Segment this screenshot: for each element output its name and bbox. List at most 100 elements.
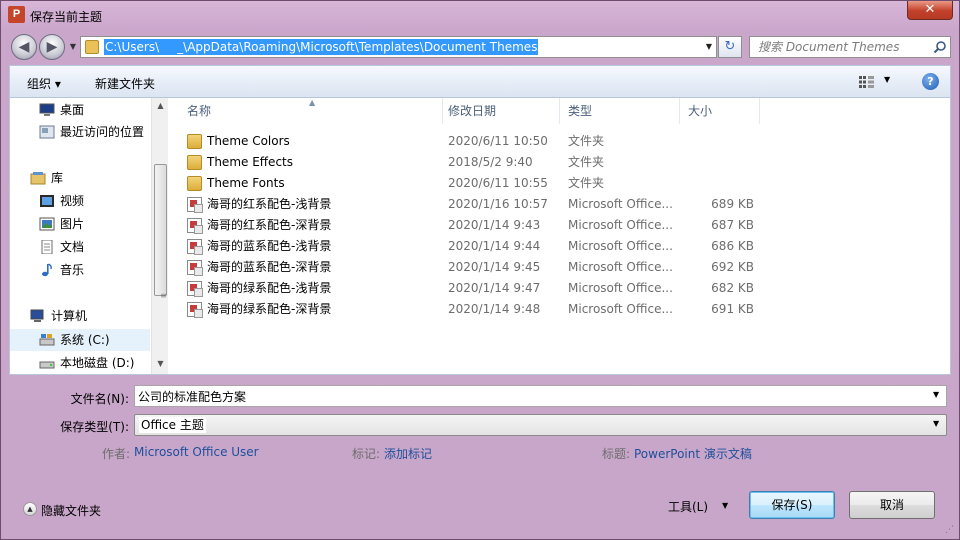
tree-item-label: 计算机 xyxy=(51,309,88,323)
file-date: 2020/1/14 9:45 xyxy=(448,260,541,274)
tools-menu[interactable]: 工具(L) xyxy=(668,498,708,515)
list-item[interactable]: 海哥的绿系配色-深背景 2020/1/14 9:48 Microsoft Off… xyxy=(169,299,950,320)
file-name: 海哥的红系配色-深背景 xyxy=(207,218,332,232)
hide-folders-button[interactable]: 隐藏文件夹 xyxy=(41,502,101,519)
sort-ascending-icon: ▲ xyxy=(309,98,316,107)
tree-item-video[interactable]: 视频 xyxy=(10,190,150,212)
file-type: Microsoft Office... xyxy=(568,197,673,211)
recent-pages-dropdown[interactable]: ▼ xyxy=(67,41,79,53)
theme-file-icon xyxy=(187,239,203,255)
column-size[interactable]: 大小 xyxy=(680,98,760,124)
computer-icon xyxy=(30,309,44,322)
file-date: 2020/1/14 9:47 xyxy=(448,281,541,295)
list-item[interactable]: 海哥的绿系配色-浅背景 2020/1/14 9:47 Microsoft Off… xyxy=(169,278,950,299)
tree-item-label: 最近访问的位置 xyxy=(60,125,145,139)
navigation-tree: 桌面 最近访问的位置 库 视频 图片 文档 音乐 计算机 系统 (C:) 本地磁… xyxy=(10,98,150,374)
cancel-button[interactable]: 取消 xyxy=(849,491,935,519)
filetype-label: 保存类型(T): xyxy=(60,420,129,434)
list-item[interactable]: 海哥的红系配色-深背景 2020/1/14 9:43 Microsoft Off… xyxy=(169,215,950,236)
tree-item-pictures[interactable]: 图片 xyxy=(10,213,150,235)
list-item[interactable]: Theme Colors 2020/6/11 10:50 文件夹 xyxy=(169,131,950,152)
filename-input[interactable] xyxy=(138,388,918,404)
file-size: 689 KB xyxy=(711,197,754,211)
author-label: 作者: xyxy=(102,447,131,461)
search-input[interactable] xyxy=(758,39,928,55)
hide-folders-icon[interactable]: ▲ xyxy=(23,502,37,516)
tree-item-label: 图片 xyxy=(60,217,85,231)
list-item[interactable]: 海哥的蓝系配色-浅背景 2020/1/14 9:44 Microsoft Off… xyxy=(169,236,950,257)
list-item[interactable]: Theme Effects 2018/5/2 9:40 文件夹 xyxy=(169,152,950,173)
desktop-icon xyxy=(39,103,55,116)
forward-button[interactable]: ▶ xyxy=(39,34,65,60)
window-title: 保存当前主题 xyxy=(30,10,103,24)
tree-item-desktop[interactable]: 桌面 xyxy=(10,99,150,121)
address-path[interactable]: C:\Users\ _\AppData\Roaming\Microsoft\Te… xyxy=(104,39,539,55)
file-type: Microsoft Office... xyxy=(568,281,673,295)
folder-icon xyxy=(187,155,202,170)
column-type[interactable]: 类型 xyxy=(560,98,680,124)
title-value[interactable]: PowerPoint 演示文稿 xyxy=(634,445,752,462)
back-button[interactable]: ◀ xyxy=(11,34,37,60)
scroll-thumb[interactable]: ≡ xyxy=(154,164,167,300)
file-size: 686 KB xyxy=(711,239,754,253)
title-label: 标题: xyxy=(602,447,631,461)
file-size: 687 KB xyxy=(711,218,754,232)
organize-menu[interactable]: 组织 ▾ xyxy=(27,75,61,92)
tree-item-drive-c[interactable]: 系统 (C:) xyxy=(10,329,150,351)
file-type: 文件夹 xyxy=(568,155,605,169)
list-item[interactable]: 海哥的蓝系配色-深背景 2020/1/14 9:45 Microsoft Off… xyxy=(169,257,950,278)
tree-item-label: 桌面 xyxy=(60,103,85,117)
file-type: 文件夹 xyxy=(568,176,605,190)
address-bar[interactable]: C:\Users\ _\AppData\Roaming\Microsoft\Te… xyxy=(80,36,717,58)
view-options-icon[interactable] xyxy=(859,76,874,88)
file-date: 2020/6/11 10:55 xyxy=(448,176,548,190)
filetype-select[interactable]: Office 主题 ▼ xyxy=(134,414,947,436)
refresh-button[interactable]: ↻ xyxy=(718,36,742,58)
list-item[interactable]: Theme Fonts 2020/6/11 10:55 文件夹 xyxy=(169,173,950,194)
view-dropdown[interactable]: ▼ xyxy=(884,75,890,84)
file-date: 2020/1/14 9:48 xyxy=(448,302,541,316)
filename-dropdown-arrow[interactable]: ▼ xyxy=(933,390,939,399)
column-date[interactable]: 修改日期 xyxy=(440,98,560,124)
tree-item-documents[interactable]: 文档 xyxy=(10,236,150,258)
tools-dropdown-arrow[interactable]: ▼ xyxy=(722,501,728,510)
file-size: 692 KB xyxy=(711,260,754,274)
recent-places-icon xyxy=(39,125,55,139)
file-name: 海哥的红系配色-浅背景 xyxy=(207,197,332,211)
tree-item-label: 库 xyxy=(51,171,64,185)
resize-grip-icon[interactable]: ⋰ xyxy=(945,525,957,537)
tree-item-label: 音乐 xyxy=(60,263,85,277)
file-date: 2020/1/14 9:43 xyxy=(448,218,541,232)
author-value[interactable]: Microsoft Office User xyxy=(134,445,259,459)
tree-item-music[interactable]: 音乐 xyxy=(10,259,150,281)
tags-value[interactable]: 添加标记 xyxy=(384,445,432,462)
filetype-dropdown-arrow[interactable]: ▼ xyxy=(933,419,939,428)
help-icon[interactable]: ? xyxy=(922,73,939,90)
filename-combobox[interactable]: ▼ xyxy=(134,385,947,407)
theme-file-icon xyxy=(187,218,203,234)
title-bar[interactable]: P 保存当前主题 ✕ xyxy=(1,1,959,29)
file-type: Microsoft Office... xyxy=(568,218,673,232)
tree-item-recent[interactable]: 最近访问的位置 xyxy=(10,121,150,143)
search-box[interactable] xyxy=(749,36,951,58)
address-dropdown[interactable]: ▼ xyxy=(703,40,715,54)
close-button[interactable]: ✕ xyxy=(907,1,953,20)
new-folder-button[interactable]: 新建文件夹 xyxy=(95,75,155,92)
list-item[interactable]: 海哥的红系配色-浅背景 2020/1/16 10:57 Microsoft Of… xyxy=(169,194,950,215)
file-size: 682 KB xyxy=(711,281,754,295)
file-name: 海哥的绿系配色-浅背景 xyxy=(207,281,332,295)
scroll-up-arrow[interactable]: ▲ xyxy=(155,101,166,113)
tree-item-drive-d[interactable]: 本地磁盘 (D:) xyxy=(10,352,150,374)
tree-item-library[interactable]: 库 xyxy=(10,167,150,189)
tree-scrollbar[interactable]: ▲ ≡ ▼ xyxy=(151,98,168,374)
pictures-icon xyxy=(39,217,55,231)
file-name: Theme Fonts xyxy=(207,176,285,190)
save-button[interactable]: 保存(S) xyxy=(749,491,835,519)
search-icon[interactable] xyxy=(933,40,947,54)
tree-item-computer[interactable]: 计算机 xyxy=(10,305,150,327)
theme-file-icon xyxy=(187,302,203,318)
theme-file-icon xyxy=(187,260,203,276)
drive-d-icon xyxy=(39,361,55,369)
scroll-down-arrow[interactable]: ▼ xyxy=(155,359,166,371)
drive-c-icon xyxy=(39,334,55,346)
